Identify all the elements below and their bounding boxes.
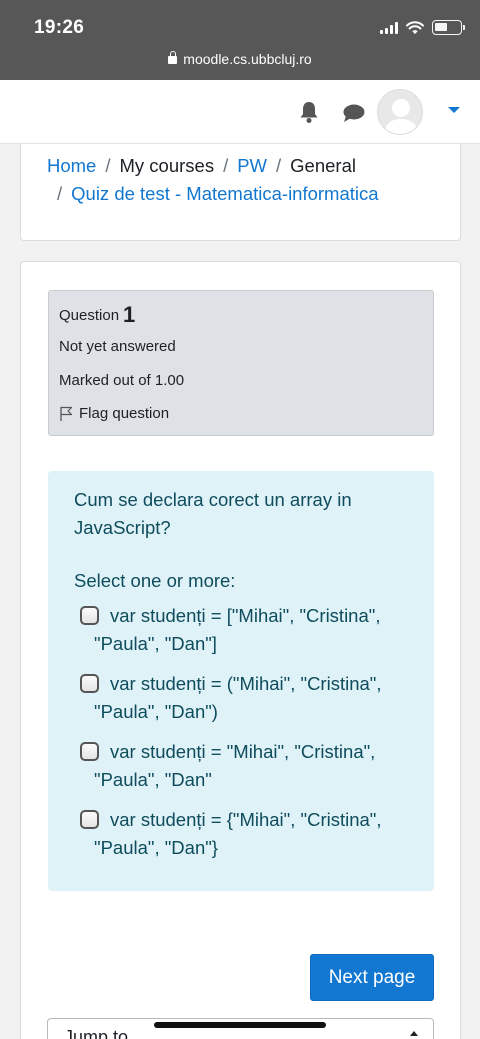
answer-text: "Paula", "Dan"}	[94, 837, 218, 858]
question-formulation: Cum se declara corect un array in JavaSc…	[48, 471, 434, 891]
breadcrumb-separator: /	[223, 155, 229, 176]
breadcrumb-separator: /	[276, 155, 282, 176]
avatar[interactable]	[377, 89, 423, 135]
top-navbar	[0, 80, 480, 144]
jump-to-label: Jump to...	[64, 1027, 144, 1039]
answer-text: var studenți = ["Mihai", "Cristina",	[110, 605, 381, 626]
next-page-button[interactable]: Next page	[310, 954, 434, 1001]
select-arrows-icon	[410, 1031, 418, 1036]
question-number: 1	[123, 302, 136, 327]
status-bar: 19:26 moodle.cs.ubbcluj.ro	[0, 0, 480, 80]
breadcrumb-separator: /	[105, 155, 111, 176]
question-state: Not yet answered	[59, 338, 176, 355]
answer-text: var studenți = {"Mihai", "Cristina",	[110, 809, 382, 830]
user-icon	[384, 99, 418, 134]
answer-option[interactable]: var studenți = "Mihai", "Cristina", "Pau…	[80, 738, 410, 794]
breadcrumb-quiz[interactable]: Quiz de test - Matematica-informatica	[71, 183, 378, 204]
breadcrumb-home[interactable]: Home	[47, 155, 96, 176]
system-icons	[380, 20, 465, 35]
answer-checkbox[interactable]	[80, 742, 99, 761]
answer-option[interactable]: var studenți = {"Mihai", "Cristina", "Pa…	[80, 806, 410, 862]
answer-checkbox[interactable]	[80, 606, 99, 625]
battery-icon	[432, 20, 465, 35]
answer-checkbox[interactable]	[80, 810, 99, 829]
lock-icon	[168, 51, 178, 64]
answer-text: "Paula", "Dan")	[94, 701, 218, 722]
address-bar[interactable]: moodle.cs.ubbcluj.ro	[0, 51, 480, 67]
flag-icon	[60, 406, 73, 421]
answer-checkbox[interactable]	[80, 674, 99, 693]
flag-question-label: Flag question	[79, 405, 170, 422]
answer-prompt: Select one or more:	[74, 570, 236, 591]
status-time: 19:26	[34, 17, 85, 38]
answer-text: var studenți = "Mihai", "Cristina",	[110, 741, 376, 762]
question-info: Question 1 Not yet answered Marked out of…	[48, 290, 434, 436]
breadcrumb-my-courses: My courses	[119, 155, 215, 176]
answer-text: var studenți = ("Mihai", "Cristina",	[110, 673, 382, 694]
answer-option[interactable]: var studenți = ["Mihai", "Cristina", "Pa…	[80, 602, 410, 658]
chat-icon[interactable]	[342, 102, 366, 124]
url-text: moodle.cs.ubbcluj.ro	[183, 51, 312, 67]
answer-text: "Paula", "Dan"	[94, 769, 212, 790]
caret-down-icon[interactable]	[448, 107, 460, 113]
breadcrumb-section: General	[290, 155, 356, 176]
breadcrumb: Home / My courses / PW / General / Quiz de test…	[20, 144, 461, 241]
question-mark: Marked out of 1.00	[59, 372, 185, 389]
question-label: Question	[59, 307, 120, 324]
flag-question-link[interactable]: Flag question	[59, 405, 169, 422]
answer-option[interactable]: var studenți = ("Mihai", "Cristina", "Pa…	[80, 670, 410, 726]
wifi-icon	[406, 20, 424, 34]
quiz-card: Question 1 Not yet answered Marked out of…	[20, 261, 461, 1039]
answer-text: "Paula", "Dan"]	[94, 633, 217, 654]
bell-icon[interactable]	[297, 100, 321, 124]
breadcrumb-course[interactable]: PW	[237, 155, 267, 176]
question-text: Cum se declara corect un array in JavaSc…	[74, 489, 352, 538]
home-indicator[interactable]	[154, 1022, 326, 1028]
question-title: Question 1	[59, 302, 135, 328]
breadcrumb-separator: /	[57, 183, 63, 204]
signal-icon	[380, 21, 398, 34]
